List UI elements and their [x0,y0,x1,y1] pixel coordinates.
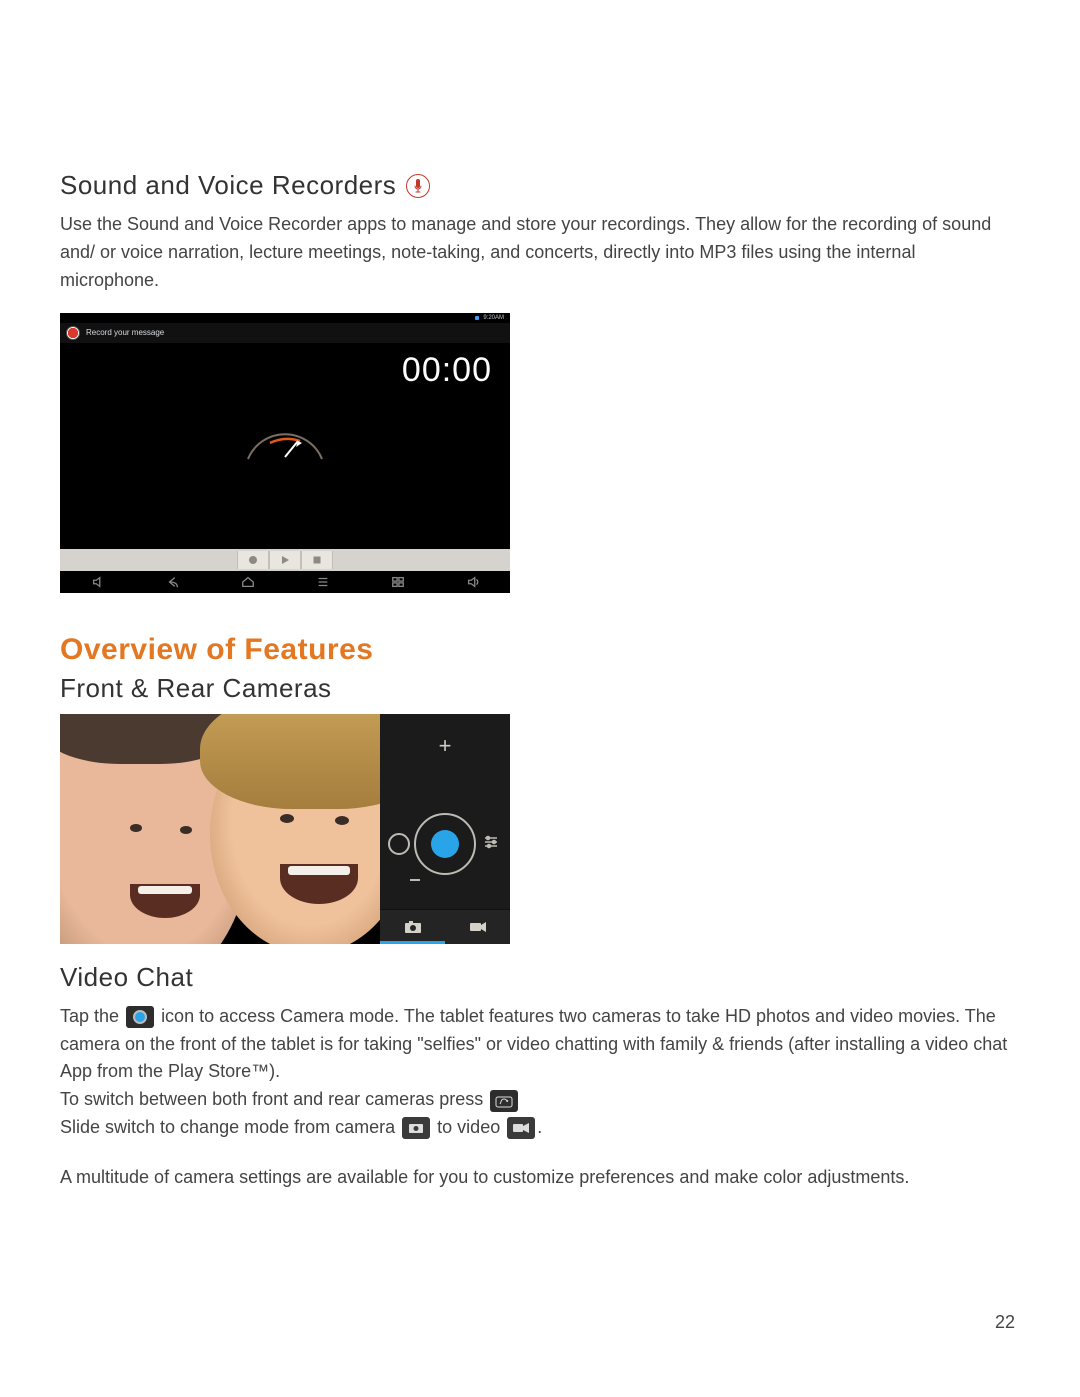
camera-app-icon [126,1006,154,1028]
settings-sliders-icon[interactable] [482,833,500,854]
video-chat-p1: Tap the icon to access Camera mode. The … [60,1003,1015,1142]
volume-down-icon[interactable] [91,575,105,589]
page-number: 22 [995,1312,1015,1333]
video-chat-heading: Video Chat [60,962,1015,993]
microphone-icon [406,174,430,198]
back-icon[interactable] [166,575,180,589]
recents-icon[interactable] [316,575,330,589]
recorder-control-bar [60,549,510,571]
recorder-screenshot: 9:20AM Record your message 00:00 [60,313,510,593]
status-bar-time: 9:20AM [483,315,504,321]
overview-heading: Overview of Features [60,633,1015,667]
android-nav-bar [60,571,510,593]
recorder-app-bar: Record your message [60,323,510,343]
video-chat-settings-body: A multitude of camera settings are avail… [60,1164,1015,1192]
still-mode-tab[interactable] [380,910,445,944]
cameras-heading: Front & Rear Cameras [60,673,1015,704]
play-button[interactable] [269,551,301,569]
video-mode-tab[interactable] [445,910,510,944]
cameras-heading-text: Front & Rear Cameras [60,673,332,704]
shutter-button[interactable] [414,813,476,875]
thumbnail-icon[interactable] [388,833,410,855]
video-chat-heading-text: Video Chat [60,962,193,993]
zoom-out-icon[interactable] [410,879,420,881]
switch-camera-icon [490,1090,518,1112]
volume-up-icon[interactable] [466,575,480,589]
recorder-app-label: Record your message [86,328,164,337]
camera-preview [60,714,380,944]
status-bar: 9:20AM [60,313,510,323]
zoom-in-icon[interactable]: + [439,733,452,759]
stop-button[interactable] [301,551,333,569]
apps-icon[interactable] [391,575,405,589]
recorder-gauge-icon [240,427,330,467]
recorder-app-icon [66,326,80,340]
camera-mode-bar [380,909,510,944]
recorder-timer: 00:00 [402,351,492,390]
sound-recorders-body: Use the Sound and Voice Recorder apps to… [60,211,1015,295]
video-camera-icon [507,1117,535,1139]
home-icon[interactable] [241,575,255,589]
sound-recorders-heading: Sound and Voice Recorders [60,170,1015,201]
record-button[interactable] [237,551,269,569]
camera-screenshot: + [60,714,510,944]
sound-recorders-heading-text: Sound and Voice Recorders [60,170,396,201]
still-camera-icon [402,1117,430,1139]
